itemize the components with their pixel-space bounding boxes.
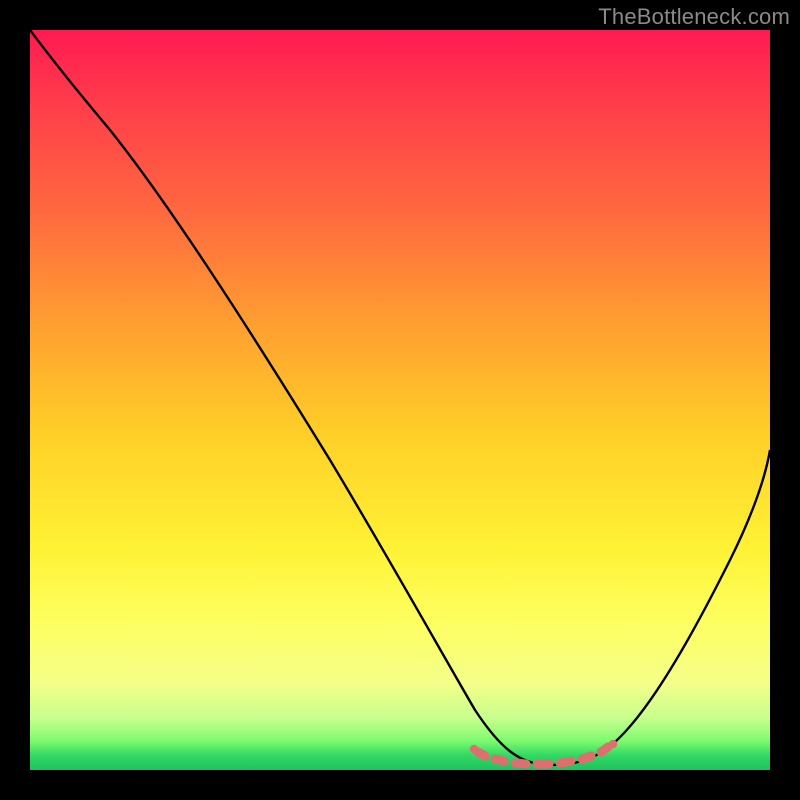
watermark-label: TheBottleneck.com [598,4,790,30]
bottleneck-curve [30,30,770,765]
chart-frame: TheBottleneck.com [0,0,800,800]
optimal-flat-segment [478,747,608,764]
optimal-end-dots [470,740,617,753]
plot-area [30,30,770,770]
curve-svg [30,30,770,770]
